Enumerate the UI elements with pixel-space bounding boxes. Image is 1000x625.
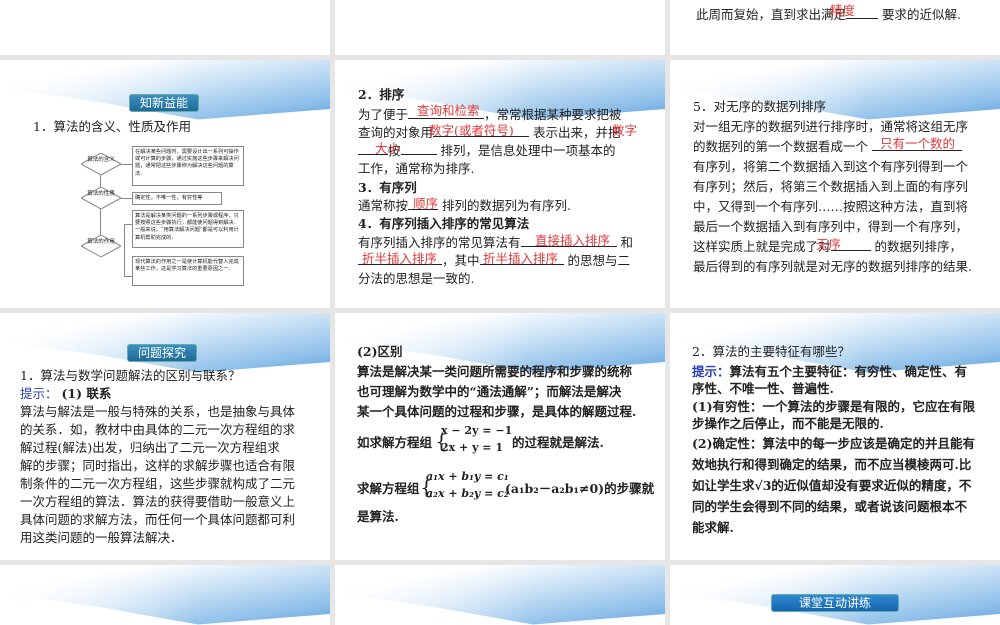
slide-text: 某一个具体问题的过程和步骤，是具体的解题过程. <box>357 404 637 419</box>
section-badge: 知新益能 <box>129 94 200 112</box>
header-decoration <box>0 565 330 625</box>
slide-thumbnail[interactable]: 知新益能 1．算法的含义、性质及作用 算法的含义 算法的性质 算法的作用 在解决… <box>0 60 330 308</box>
slide-heading: 2．算法的主要特征有哪些？ <box>692 344 850 359</box>
section-badge: 问题探究 <box>127 344 198 362</box>
slide-thumbnail[interactable]: 问题探究 1．算法与数学问题解法的区别与联系？ 提示： (1) 联系 算法与解法… <box>0 313 330 560</box>
answer-text: 查询和检索 <box>417 103 480 118</box>
slide-text: 工作，通常称为排序. <box>358 161 475 176</box>
slide-thumbnail[interactable]: 2．算法的主要特征有哪些？ 提示：算法有五个主要特征：有穷性、确定性、有 序性、… <box>670 313 1000 560</box>
slide-heading: 3．有序列 <box>358 180 417 195</box>
section-badge: 课堂互动讲练 <box>771 594 899 612</box>
slide-text: 如让学生求√3的近似值却没有要求近似的精度，不 <box>692 478 972 493</box>
slide-thumbnail[interactable]: (2)区别 算法是解决某一类问题所需要的程序和步骤的统称 也可理解为数学中的“通… <box>335 313 665 560</box>
slide-heading: 2．排序 <box>358 87 405 102</box>
slide-text: 提示： (1) 联系 <box>20 386 112 401</box>
header-decoration <box>335 565 665 625</box>
slide-text: 具体问题的求解方法，而任何一个具体问题都可利 <box>20 512 296 527</box>
slide-text: 步操作之后停止，而不能是无限的. <box>692 416 884 431</box>
slide-text: 有序列，将第二个数据插入到这个有序列得到一个 <box>693 159 969 174</box>
slide-text: 的过程就是解法. <box>512 435 604 450</box>
answer-text: 顺序 <box>413 196 439 211</box>
slide-text: 分法的思想是一致的. <box>358 271 475 286</box>
slide-thumbnail[interactable]: 课堂互动讲练 <box>670 565 1000 625</box>
slide-text: 中，又得到一个有序列……按照这种方法，直到将 <box>693 199 969 214</box>
slide-text: 通常称按 排列的数据列为有序列. <box>358 198 571 213</box>
slide-text: 解过程(解法)出发，归纳出了二元一次方程组求 <box>20 440 280 455</box>
slide-heading: 1．算法与数学问题解法的区别与联系？ <box>20 368 241 383</box>
equation-system: a₁x + b₁y = c₁ a₂x + b₂y = c₂ <box>426 470 509 500</box>
slide-text: 如求解方程组 <box>357 435 433 450</box>
answer-text: 折半插入排序 <box>483 251 559 266</box>
slide-heading: 5．对无序的数据列排序 <box>693 99 826 114</box>
slide-thumbnail[interactable]: 5．对无序的数据列排序 对一组无序的数据列进行排序时，通常将这组无序 的数据列的… <box>670 60 1000 308</box>
slide-heading: 1．算法的含义、性质及作用 <box>33 119 191 134</box>
diamond-node: 算法的含义 <box>81 153 121 175</box>
slide-text: 的关系．如，教材中由具体的二元一次方程组的求 <box>20 422 296 437</box>
flow-box: 在解决某些问题时，需要设计出一系列可操作或可计算的步骤，通过实施这些步骤来解决问… <box>132 146 244 186</box>
flow-box: 算法是解决某类问题的一系列步骤或程序，只要按照这些步骤执行，都能使问题得到解决．… <box>132 210 244 248</box>
slide-text: 序性、不唯一性、普遍性. <box>692 381 834 396</box>
answer-text: 精度 <box>830 3 856 18</box>
diamond-node: 算法的作用 <box>81 235 121 257</box>
slide-text: 最后得到的有序列就是对无序的数据列排序的结果. <box>693 259 972 274</box>
slide-text: 一次方程组的算法．算法的获得要借助一般意义上 <box>20 494 296 509</box>
flow-box: 确定性，不唯一性，有穷性等 <box>132 192 222 205</box>
slide-text: 同的学生会得到不同的结果，或者说该问题根本不 <box>692 499 968 514</box>
answer-text: 折半插入排序 <box>362 251 438 266</box>
slide-text: 能求解. <box>692 520 734 535</box>
slide-text: 此周而复始，直到求出满足 要求的近似解. <box>696 7 961 22</box>
slide-thumbnail[interactable] <box>0 0 330 55</box>
slide-text: 效地执行和得到确定的结果，而不应当模棱两可.比 <box>692 457 972 472</box>
answer-text: 直接插入排序 <box>535 233 611 248</box>
slide-text: 算法是解决某一类问题所需要的程序和步骤的统称 <box>357 364 633 379</box>
answer-text: 无序 <box>816 237 842 252</box>
slide-text: 求解方程组 <box>357 481 420 496</box>
slide-text: 算法与解法是一般与特殊的关系，也是抽象与具体 <box>20 404 296 419</box>
slide-text: (a₁b₂－a₂b₁≠0)的步骤就 <box>505 481 655 496</box>
flow-box: 现代算法的作用之一是使计算机能代替人完成某些工作，这是学习算法的重要原因之一． <box>132 256 244 286</box>
slide-thumbnail[interactable]: 此周而复始，直到求出满足 要求的近似解. 精度 <box>670 0 1000 55</box>
slide-text: 解的步骤；同时指出，这样的求解步骤也适合有限 <box>20 458 296 473</box>
answer-text: 数字(或者符号) <box>429 123 514 138</box>
slide-thumbnail[interactable]: 2．排序 为了便于 ，常常根据某种要求把被 查询的对象用 表示出来，并把 按 排列… <box>335 60 665 308</box>
answer-text: 只有一个数的 <box>880 136 956 151</box>
slide-heading: 4．有序列插入排序的常见算法 <box>358 216 530 231</box>
slide-thumbnail[interactable] <box>335 565 665 625</box>
diamond-node: 算法的性质 <box>81 187 121 209</box>
slide-text: 有序列；然后，将第三个数据插入到上面的有序列 <box>693 179 969 194</box>
answer-text: 大小 <box>375 141 401 156</box>
equation-system: x − 2y = −1 2x + y = 1 <box>441 424 513 454</box>
slide-text: 也可理解为数学中的“通法通解”；而解法是解决 <box>357 384 622 399</box>
slide-text: 用这类问题的一般算法解决． <box>20 530 183 545</box>
slide-heading: (2)区别 <box>357 344 403 359</box>
slide-thumbnail[interactable] <box>0 565 330 625</box>
slide-text: 是算法. <box>357 509 399 524</box>
slide-text: (2)确定性：算法中的每一步应该是确定的并且能有 <box>692 436 976 451</box>
slide-thumbnail[interactable] <box>335 0 665 55</box>
slide-text: 制条件的二元一次方程组，这些步骤就构成了二元 <box>20 476 296 491</box>
answer-text: 数字 <box>612 123 638 138</box>
